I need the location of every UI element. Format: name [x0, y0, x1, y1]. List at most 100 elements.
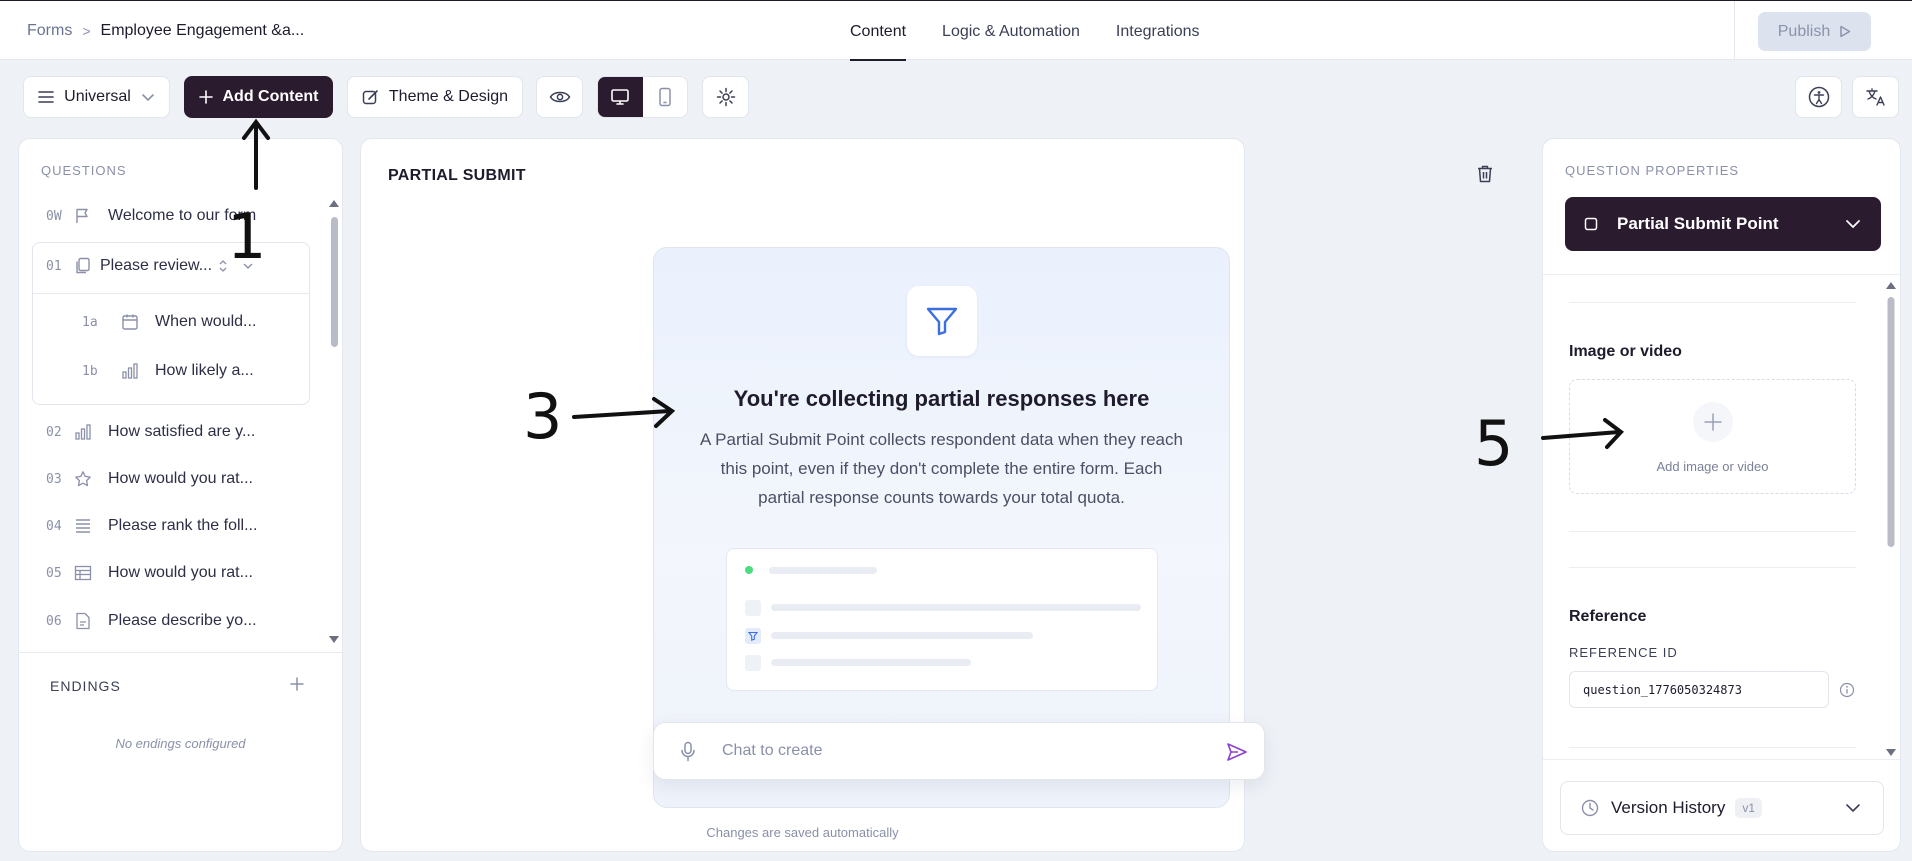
mobile-view-button[interactable] — [643, 77, 688, 117]
desktop-view-button[interactable] — [598, 77, 643, 117]
question-item-04[interactable]: 04 Please rank the foll... — [46, 504, 336, 548]
translate-button[interactable] — [1852, 76, 1899, 118]
question-item-03[interactable]: 03 How would you rat... — [46, 457, 336, 501]
question-text: How would you rat... — [108, 470, 253, 487]
question-number: 04 — [46, 518, 62, 534]
question-item-welcome[interactable]: 0W Welcome to our form — [46, 194, 336, 238]
preview-button[interactable] — [536, 76, 583, 118]
add-content-button[interactable]: Add Content — [184, 76, 333, 118]
plus-circle-icon — [1692, 401, 1734, 443]
breadcrumb-forms-link[interactable]: Forms — [27, 22, 72, 40]
question-text: Please describe yo... — [108, 612, 257, 629]
annotation-arrow-up — [236, 118, 276, 190]
autosave-note: Changes are saved automatically — [706, 825, 899, 840]
form-preview-illustration — [726, 548, 1158, 691]
tab-content[interactable]: Content — [850, 1, 907, 61]
question-number: 06 — [46, 613, 62, 629]
filter-square — [745, 628, 761, 644]
endings-divider — [19, 652, 342, 653]
play-icon — [1839, 25, 1851, 38]
clock-icon — [1581, 799, 1599, 817]
properties-scrollbar[interactable] — [1883, 279, 1899, 759]
chevron-down-icon — [1845, 803, 1861, 813]
placeholder-bar — [771, 632, 1033, 639]
version-history-label: Version History — [1611, 798, 1726, 817]
annotation-5: 5 — [1474, 407, 1514, 480]
publish-button[interactable]: Publish — [1758, 12, 1871, 51]
microphone-icon[interactable] — [680, 741, 696, 763]
mobile-icon — [658, 87, 672, 107]
question-text: How satisfied are y... — [108, 423, 256, 440]
chevron-down-icon — [1845, 219, 1861, 229]
version-history-accordion[interactable]: Version History v1 — [1560, 781, 1884, 835]
calendar-icon — [119, 313, 141, 331]
reference-id-input[interactable]: question_1776050324873 — [1569, 671, 1829, 708]
chat-input[interactable]: Chat to create — [653, 722, 1265, 780]
document-icon — [72, 257, 94, 275]
bar-chart-icon — [119, 362, 141, 380]
eye-icon — [549, 90, 571, 104]
status-dot — [745, 566, 753, 574]
section-title: PARTIAL SUBMIT — [388, 167, 526, 184]
annotation-arrow-right — [1541, 416, 1625, 452]
funnel-icon — [926, 306, 958, 336]
chat-placeholder: Chat to create — [722, 742, 823, 759]
section-divider — [1569, 567, 1856, 568]
send-icon[interactable] — [1226, 742, 1248, 762]
brush-icon — [362, 89, 379, 106]
section-divider — [1569, 747, 1856, 748]
question-text: How would you rat... — [108, 564, 253, 581]
plus-icon — [289, 676, 305, 692]
question-item-01[interactable]: 01 Please review... — [46, 244, 336, 288]
properties-divider — [1543, 274, 1900, 275]
tab-integrations[interactable]: Integrations — [1116, 1, 1200, 61]
reference-id-label: REFERENCE ID — [1569, 645, 1678, 660]
settings-button[interactable] — [702, 76, 749, 118]
question-number: 0W — [46, 208, 62, 224]
ranking-icon — [72, 517, 94, 535]
annotation-3: 3 — [523, 380, 563, 453]
question-number: 1b — [82, 363, 98, 379]
question-number: 01 — [46, 258, 62, 274]
question-item-06[interactable]: 06 Please describe yo... — [46, 599, 336, 643]
menu-icon — [38, 90, 54, 104]
placeholder-bar — [769, 567, 877, 574]
breadcrumb-current: Employee Engagement &a... — [100, 22, 305, 39]
card-description: A Partial Submit Point collects responde… — [700, 430, 1183, 507]
question-text: Please review... — [100, 257, 213, 274]
section-divider — [1569, 531, 1856, 532]
question-number: 1a — [82, 314, 98, 330]
section-divider — [1569, 302, 1856, 303]
question-item-02[interactable]: 02 How satisfied are y... — [46, 410, 336, 454]
universal-dropdown[interactable]: Universal — [23, 76, 170, 118]
accessibility-button[interactable] — [1795, 76, 1842, 118]
publish-label: Publish — [1777, 22, 1831, 40]
questions-title: QUESTIONS — [41, 163, 127, 178]
question-number: 03 — [46, 471, 62, 487]
theme-design-button[interactable]: Theme & Design — [347, 76, 523, 118]
version-divider — [1543, 759, 1900, 760]
question-item-05[interactable]: 05 How would you rat... — [46, 551, 336, 595]
bar-chart-icon — [72, 423, 94, 441]
question-number: 05 — [46, 565, 62, 581]
table-icon — [72, 565, 94, 581]
info-icon[interactable] — [1839, 682, 1855, 698]
add-media-label: Add image or video — [1656, 459, 1769, 474]
questions-scrollbar[interactable] — [326, 197, 342, 647]
tab-logic-automation[interactable]: Logic & Automation — [942, 1, 1080, 61]
questions-panel: QUESTIONS 0W Welcome to our form 01 Plea… — [18, 138, 343, 852]
device-toggle — [597, 76, 688, 118]
top-bar: Forms > Employee Engagement &a... Conten… — [0, 0, 1912, 61]
annotation-1: 1 — [227, 200, 267, 273]
question-text: When would... — [155, 313, 257, 330]
question-type-select[interactable]: Partial Submit Point — [1565, 197, 1881, 251]
delete-button[interactable] — [1476, 164, 1494, 184]
placeholder-square — [745, 655, 761, 671]
theme-label: Theme & Design — [388, 88, 509, 105]
add-ending-button[interactable] — [289, 676, 305, 692]
accessibility-icon — [1808, 86, 1830, 108]
checkbox-icon — [1584, 217, 1598, 231]
chevron-down-icon — [141, 93, 155, 102]
gear-icon — [716, 87, 736, 107]
star-icon — [72, 470, 94, 488]
